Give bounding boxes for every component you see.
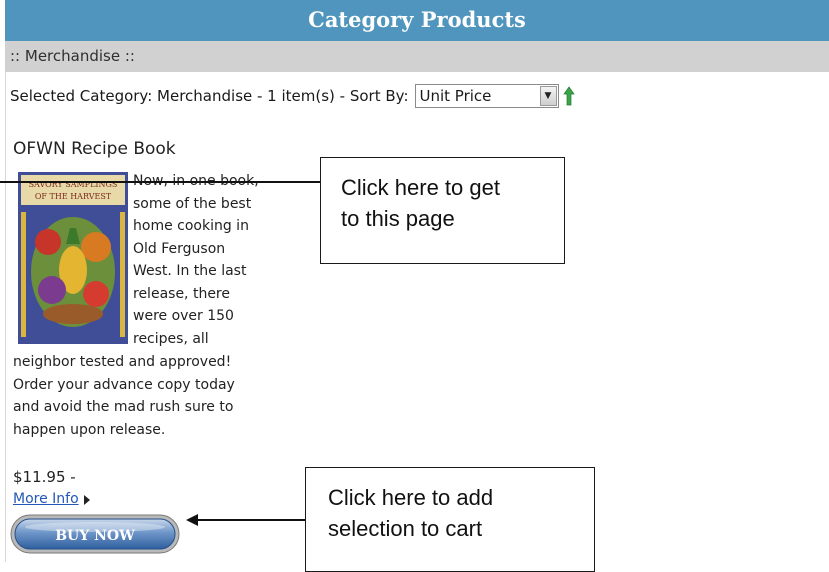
description-line: neighbor tested and approved! bbox=[13, 354, 232, 370]
product-description-bottom: neighbor tested and approved! Order your… bbox=[13, 351, 283, 441]
cover-title-line2: OF THE HARVEST bbox=[35, 192, 112, 201]
callout-line: Click here to add bbox=[328, 485, 494, 510]
callout-page-link: Click here to get to this page bbox=[320, 157, 565, 264]
description-line: were over 150 bbox=[133, 308, 234, 324]
callout-line: to this page bbox=[341, 206, 455, 231]
product-description-top: Now, in one book, some of the best home … bbox=[133, 170, 288, 350]
description-line: recipes, all bbox=[133, 330, 209, 347]
product-title: OFWN Recipe Book bbox=[13, 139, 176, 159]
callout-add-to-cart: Click here to add selection to cart bbox=[305, 467, 595, 572]
description-line: home cooking in bbox=[133, 218, 249, 234]
description-line: Now, in one book, bbox=[133, 173, 259, 189]
cover-title-line1: SAVORY SAMPLINGS bbox=[29, 180, 118, 189]
product-price: $11.95 - bbox=[13, 468, 76, 486]
description-line: release, there bbox=[133, 285, 230, 302]
sort-row: Selected Category: Merchandise - 1 item(… bbox=[10, 82, 575, 110]
buy-now-label: BUY NOW bbox=[55, 528, 135, 544]
page-title: Category Products bbox=[5, 0, 829, 41]
description-line: Order your advance copy today bbox=[13, 376, 235, 393]
description-line: some of the best bbox=[133, 195, 252, 212]
sort-ascending-arrow-icon[interactable] bbox=[562, 86, 575, 106]
callout-line: Click here to get bbox=[341, 175, 500, 200]
description-line: happen upon release. bbox=[13, 421, 166, 438]
sort-info-label: Selected Category: Merchandise - 1 item(… bbox=[10, 87, 409, 105]
sort-by-select[interactable]: Unit Price ▼ bbox=[414, 84, 559, 108]
content-divider bbox=[5, 72, 6, 562]
arrow-left-icon bbox=[186, 514, 198, 526]
description-line: West. In the last bbox=[133, 263, 247, 279]
play-arrow-icon bbox=[84, 495, 90, 505]
sort-selected-value: Unit Price bbox=[419, 87, 492, 105]
chevron-down-icon[interactable]: ▼ bbox=[539, 86, 557, 106]
callout-line: selection to cart bbox=[328, 516, 483, 541]
description-line: Old Ferguson bbox=[133, 240, 226, 257]
breadcrumb: :: Merchandise :: bbox=[5, 41, 829, 72]
buy-now-button[interactable]: BUY NOW bbox=[10, 514, 180, 554]
product-image[interactable]: SAVORY SAMPLINGS OF THE HARVEST bbox=[18, 172, 128, 344]
description-line: and avoid the mad rush sure to bbox=[13, 399, 234, 415]
more-info-link[interactable]: More Info bbox=[13, 491, 79, 507]
